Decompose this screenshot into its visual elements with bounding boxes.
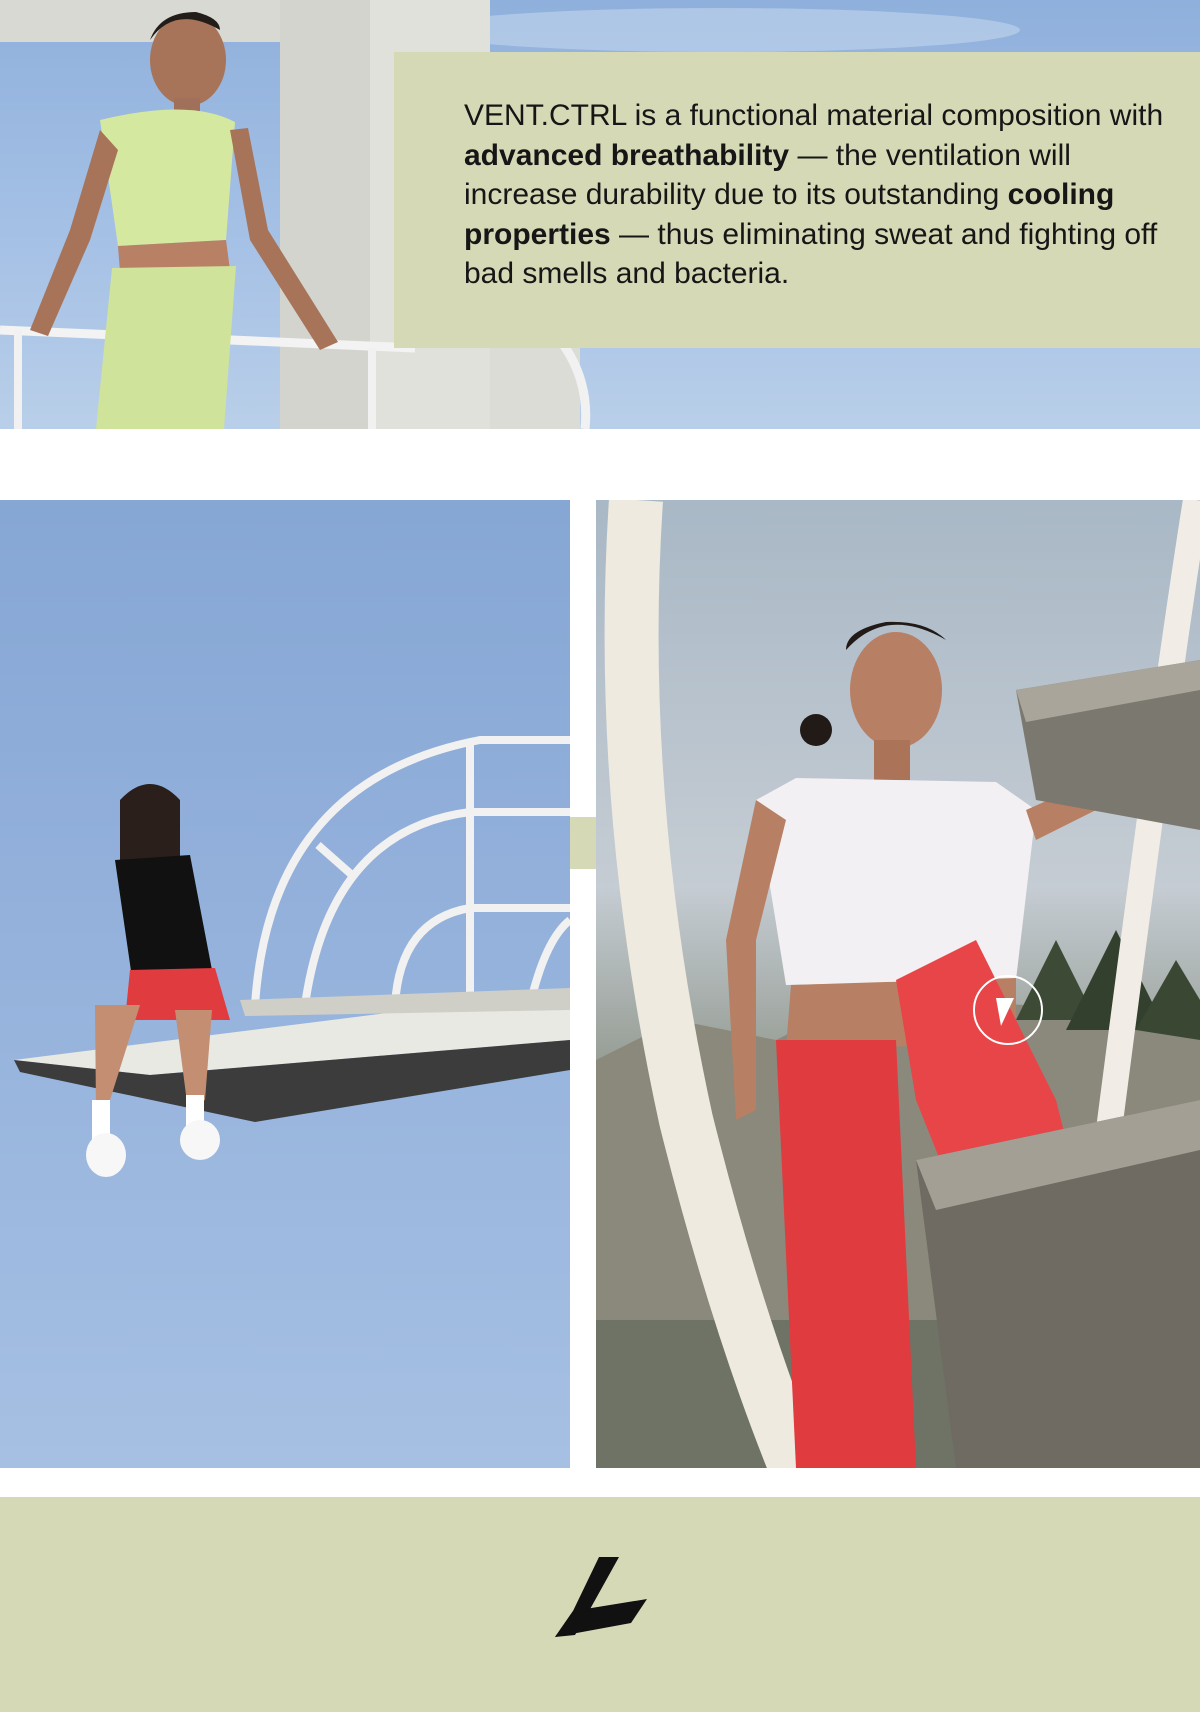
seated-model [86,784,230,1177]
diving-board-scene [14,736,570,1177]
ladder-scene [596,500,1200,1468]
hero-photo: VENT.CTRL is a functional material compo… [0,0,1200,429]
material-description: VENT.CTRL is a functional material compo… [464,99,1164,290]
highlight-breathability: advanced breathability [464,138,790,172]
description-panel: VENT.CTRL is a functional material compo… [394,52,1200,348]
sage-accent-block [570,817,596,869]
ladder-photo [596,500,1200,1468]
diving-board-photo [0,500,570,1468]
footer-bar [0,1497,1200,1712]
levity-logo-icon[interactable] [551,1557,651,1639]
